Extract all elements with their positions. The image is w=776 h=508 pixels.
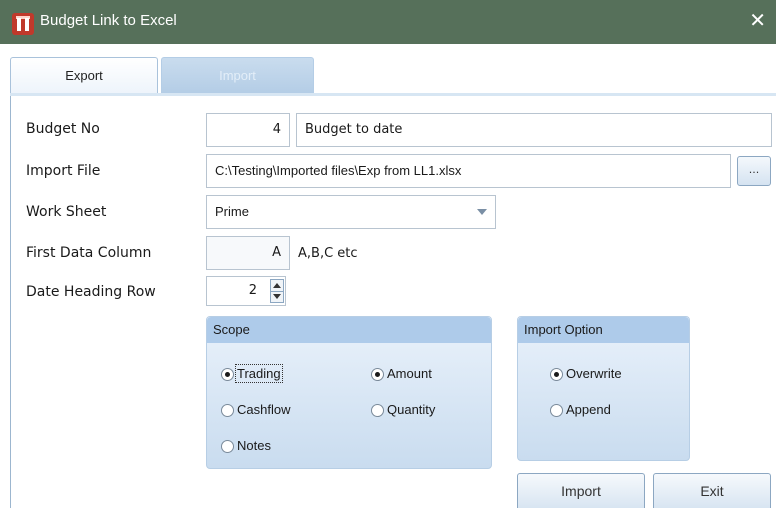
radio-icon[interactable]: [221, 440, 234, 453]
radio-icon[interactable]: [550, 404, 563, 417]
budget-name-field[interactable]: Budget to date: [296, 113, 772, 147]
first-data-column-label: First Data Column: [26, 245, 152, 261]
window-title: Budget Link to Excel: [40, 12, 177, 29]
import-option-title: Import Option: [524, 322, 603, 337]
tab-export[interactable]: Export: [10, 57, 158, 93]
radio-selected-icon[interactable]: [550, 368, 563, 381]
scope-title: Scope: [213, 322, 250, 337]
work-sheet-select[interactable]: Prime: [206, 195, 496, 229]
radio-selected-icon[interactable]: [221, 368, 234, 381]
first-data-column-field[interactable]: A: [206, 236, 290, 270]
first-data-column-hint: A,B,C etc: [298, 246, 358, 261]
import-file-field[interactable]: C:\Testing\Imported files\Exp from LL1.x…: [206, 154, 731, 188]
radio-icon[interactable]: [221, 404, 234, 417]
app-logo-icon: [12, 13, 34, 35]
scope-group: Scope Trading Cashflow Notes Amount Quan…: [206, 316, 492, 469]
chevron-down-icon[interactable]: [477, 209, 487, 215]
stepper-up-icon[interactable]: [273, 283, 281, 288]
stepper-down-icon[interactable]: [273, 294, 281, 299]
import-file-label: Import File: [26, 163, 101, 179]
work-sheet-label: Work Sheet: [26, 204, 107, 220]
import-button[interactable]: Import: [517, 473, 645, 508]
browse-button[interactable]: ...: [737, 156, 771, 186]
budget-no-field[interactable]: 4: [206, 113, 290, 147]
radio-icon[interactable]: [371, 404, 384, 417]
tab-import[interactable]: Import: [161, 57, 314, 93]
radio-selected-icon[interactable]: [371, 368, 384, 381]
budget-no-label: Budget No: [26, 121, 100, 137]
import-option-group: Import Option Overwrite Append: [517, 316, 690, 461]
stepper-buttons[interactable]: [270, 279, 284, 303]
date-heading-row-label: Date Heading Row: [26, 284, 156, 300]
title-bar: Budget Link to Excel ✕: [0, 0, 776, 44]
exit-button[interactable]: Exit: [653, 473, 771, 508]
close-icon[interactable]: ✕: [749, 8, 766, 32]
